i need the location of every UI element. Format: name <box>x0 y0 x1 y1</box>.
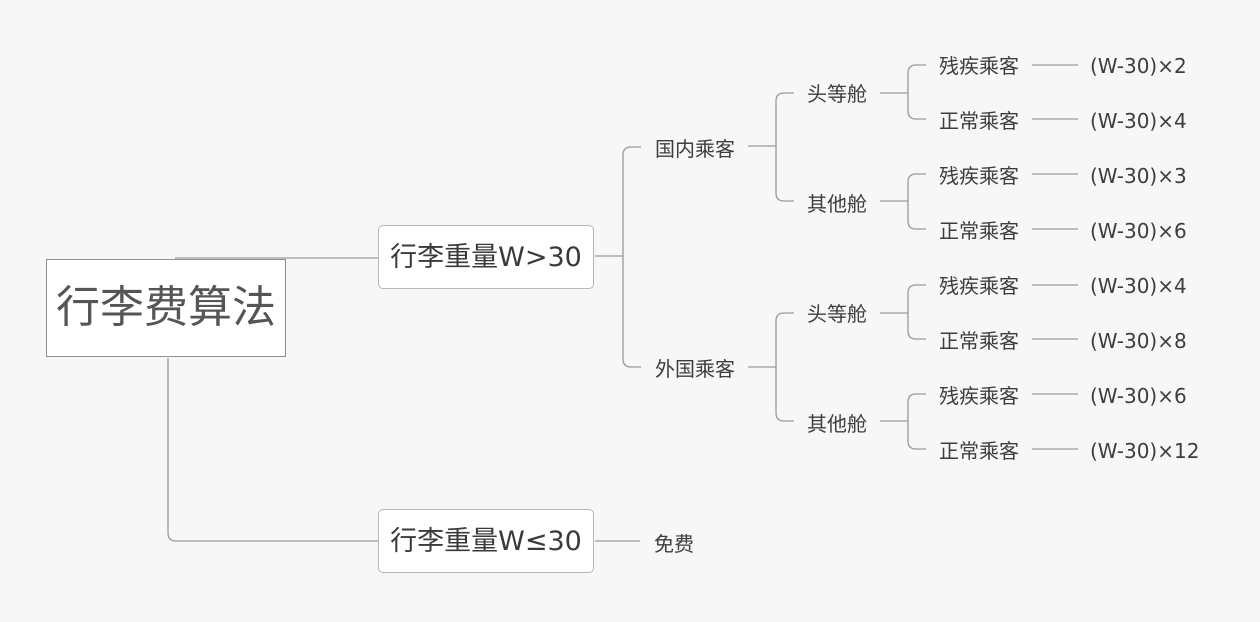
link-domestic-cabins-bracket <box>775 92 794 202</box>
cabin-domestic-other[interactable]: 其他舱 <box>807 194 867 214</box>
passenger-type[interactable]: 残疾乘客 <box>939 166 1019 186</box>
root-node[interactable]: 行李费算法 <box>46 259 286 357</box>
fee-formula[interactable]: (W-30)×4 <box>1090 276 1187 296</box>
link-heavy-groups-bracket <box>622 146 641 368</box>
group-foreign[interactable]: 外国乘客 <box>655 359 735 379</box>
link-cabin-types-3-bracket <box>907 393 926 450</box>
cabin-foreign-other[interactable]: 其他舱 <box>807 414 867 434</box>
passenger-type[interactable]: 正常乘客 <box>939 331 1019 351</box>
fee-formula[interactable]: (W-30)×12 <box>1090 441 1199 461</box>
passenger-type[interactable]: 残疾乘客 <box>939 276 1019 296</box>
link-foreign-cabins-bracket <box>775 312 794 422</box>
branch-heavy-luggage[interactable]: 行李重量W>30 <box>378 225 594 289</box>
passenger-type[interactable]: 正常乘客 <box>939 441 1019 461</box>
mind-map-canvas: 行李费算法 行李重量W>30 行李重量W≤30 免费 国内乘客 头等舱 其他舱 … <box>0 0 1260 622</box>
free-result[interactable]: 免费 <box>654 534 694 554</box>
link-cabin-types-1-bracket <box>907 173 926 230</box>
group-domestic[interactable]: 国内乘客 <box>655 139 735 159</box>
passenger-type[interactable]: 正常乘客 <box>939 221 1019 241</box>
fee-formula[interactable]: (W-30)×3 <box>1090 166 1187 186</box>
fee-formula[interactable]: (W-30)×4 <box>1090 111 1187 131</box>
branch-light-luggage[interactable]: 行李重量W≤30 <box>378 509 594 573</box>
passenger-type[interactable]: 残疾乘客 <box>939 386 1019 406</box>
fee-formula[interactable]: (W-30)×8 <box>1090 331 1187 351</box>
link-root-light <box>167 358 378 542</box>
link-cabin-types-0-bracket <box>907 64 926 120</box>
fee-formula[interactable]: (W-30)×6 <box>1090 386 1187 406</box>
cabin-foreign-first[interactable]: 头等舱 <box>807 304 867 324</box>
passenger-type[interactable]: 正常乘客 <box>939 111 1019 131</box>
fee-formula[interactable]: (W-30)×2 <box>1090 56 1187 76</box>
fee-formula[interactable]: (W-30)×6 <box>1090 221 1187 241</box>
passenger-type[interactable]: 残疾乘客 <box>939 56 1019 76</box>
cabin-domestic-first[interactable]: 头等舱 <box>807 84 867 104</box>
link-cabin-types-2-bracket <box>907 284 926 340</box>
